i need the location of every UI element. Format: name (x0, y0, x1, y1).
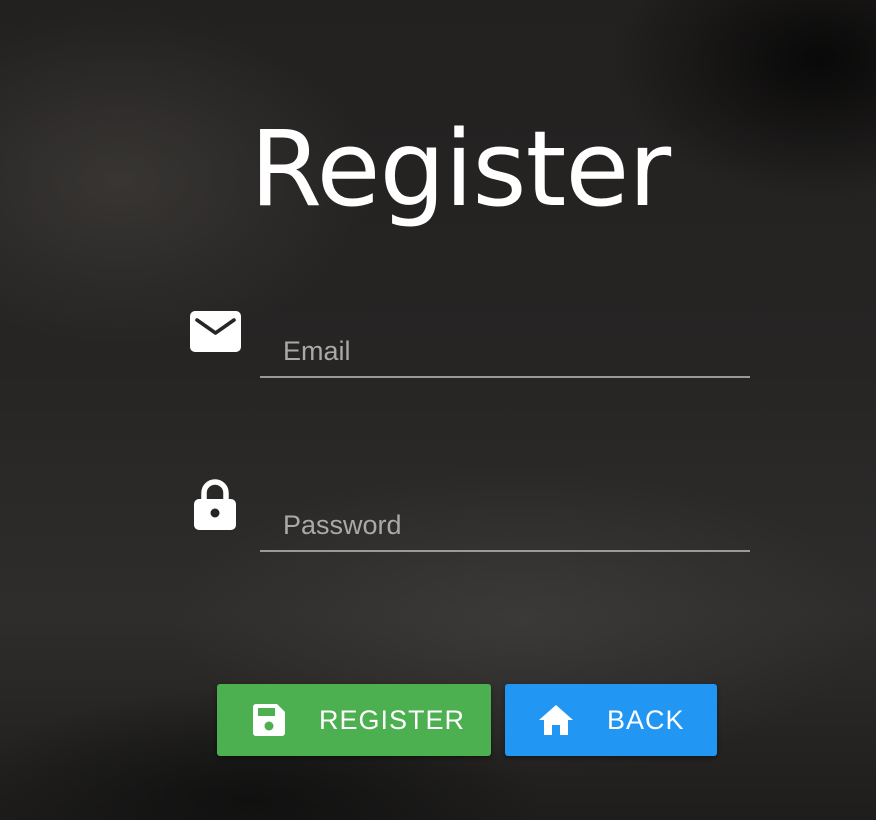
email-field[interactable] (260, 326, 750, 378)
register-button-label: REGISTER (319, 704, 466, 735)
password-field[interactable] (260, 500, 750, 552)
back-button[interactable]: BACK (505, 684, 717, 756)
floppy-disk-icon (253, 704, 285, 736)
email-input[interactable] (260, 326, 750, 376)
register-button[interactable]: REGISTER (217, 684, 491, 756)
password-input[interactable] (260, 500, 750, 550)
lock-icon (194, 479, 236, 530)
home-icon (539, 705, 573, 735)
back-button-label: BACK (607, 704, 685, 735)
envelope-icon (190, 311, 241, 352)
page-title: Register (249, 108, 671, 230)
